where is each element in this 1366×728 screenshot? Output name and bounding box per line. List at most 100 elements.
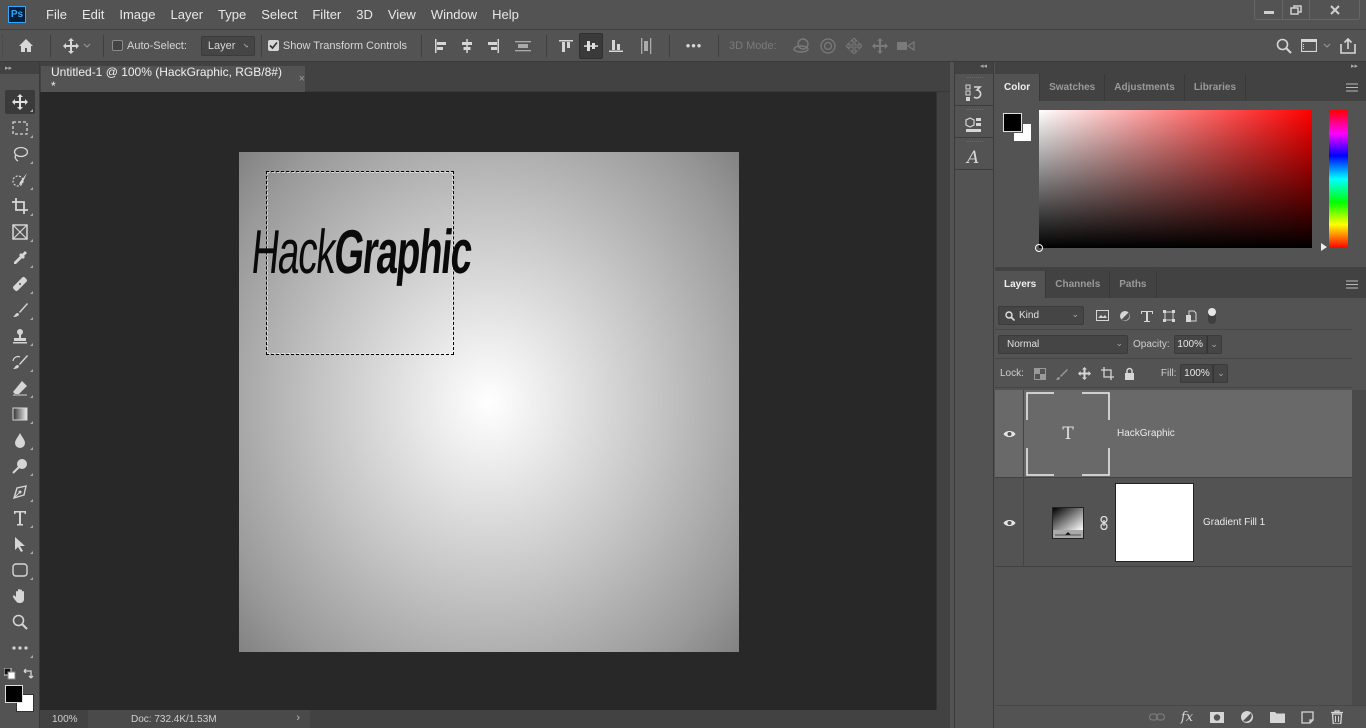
lock-image-pixels-icon[interactable] xyxy=(1055,368,1068,380)
menu-edit[interactable]: Edit xyxy=(82,7,104,22)
history-brush-tool[interactable] xyxy=(5,350,35,374)
document-canvas-area[interactable]: HackGraphic xyxy=(40,92,936,710)
visibility-toggle[interactable] xyxy=(995,390,1024,477)
menu-select[interactable]: Select xyxy=(261,7,297,22)
3d-roll-button[interactable] xyxy=(815,33,841,59)
filter-pixel-icon[interactable] xyxy=(1096,310,1109,321)
tab-swatches[interactable]: Swatches xyxy=(1040,74,1106,101)
spot-healing-brush-tool[interactable] xyxy=(5,272,35,296)
color-panel-foreground-swatch[interactable] xyxy=(1002,112,1023,133)
align-vertical-centers-button[interactable] xyxy=(579,32,604,59)
lock-artboard-icon[interactable] xyxy=(1100,367,1114,380)
opacity-value[interactable]: 100% xyxy=(1173,335,1207,354)
align-horizontal-centers-button[interactable] xyxy=(454,33,480,59)
layers-scrollbar[interactable] xyxy=(1352,390,1366,708)
rectangular-marquee-tool[interactable] xyxy=(5,116,35,140)
layer-row-hackgraphic[interactable]: T HackGraphic xyxy=(995,390,1352,478)
filter-type-icon[interactable] xyxy=(1141,310,1153,322)
doc-info[interactable]: Doc: 732.4K/1.53M › xyxy=(88,710,310,728)
new-adjustment-layer-button[interactable] xyxy=(1238,709,1256,725)
filter-smart-object-icon[interactable] xyxy=(1185,310,1197,322)
filter-adjustment-icon[interactable] xyxy=(1119,310,1131,322)
tab-adjustments[interactable]: Adjustments xyxy=(1105,74,1185,101)
close-tab-icon[interactable]: × xyxy=(299,73,305,85)
swap-colors-icon[interactable] xyxy=(22,668,34,680)
move-tool[interactable] xyxy=(5,90,35,114)
menu-type[interactable]: Type xyxy=(218,7,246,22)
menu-image[interactable]: Image xyxy=(119,7,155,22)
quick-selection-tool[interactable] xyxy=(5,168,35,192)
foreground-color-swatch[interactable] xyxy=(5,685,23,703)
home-button[interactable] xyxy=(8,33,44,59)
edit-toolbar-button[interactable] xyxy=(5,636,35,660)
fill-field[interactable]: 100% ⌄ xyxy=(1180,364,1229,383)
blur-tool[interactable] xyxy=(5,428,35,452)
distribute-horizontal-button[interactable] xyxy=(629,33,663,59)
menu-window[interactable]: Window xyxy=(431,7,477,22)
tool-preset-picker[interactable] xyxy=(57,33,97,59)
layer-name[interactable]: HackGraphic xyxy=(1117,428,1175,439)
default-colors-icon[interactable] xyxy=(4,668,16,680)
3d-pan-button[interactable] xyxy=(841,33,867,59)
minimize-button[interactable] xyxy=(1255,0,1282,19)
new-layer-button[interactable] xyxy=(1298,709,1316,725)
saturation-brightness-field[interactable] xyxy=(1035,110,1312,252)
tab-layers[interactable]: Layers xyxy=(995,271,1047,298)
tools-panel-collapse[interactable]: ▸▸ xyxy=(0,62,39,74)
glyphs-panel-button[interactable]: A xyxy=(955,138,993,170)
auto-select-checkbox[interactable]: Auto-Select: xyxy=(112,40,187,52)
menu-layer[interactable]: Layer xyxy=(171,7,204,22)
fill-dropdown-button[interactable]: ⌄ xyxy=(1213,364,1229,383)
zoom-tool[interactable] xyxy=(5,610,35,634)
auto-select-checkbox-box[interactable] xyxy=(112,40,123,51)
3d-scale-button[interactable] xyxy=(893,33,919,59)
dodge-tool[interactable] xyxy=(5,454,35,478)
frame-tool[interactable] xyxy=(5,220,35,244)
align-right-edges-button[interactable] xyxy=(480,33,506,59)
3d-slide-button[interactable] xyxy=(867,33,893,59)
menu-3d[interactable]: 3D xyxy=(356,7,373,22)
layer-mask-thumbnail[interactable] xyxy=(1115,483,1194,562)
new-group-button[interactable] xyxy=(1268,709,1286,725)
layer-row-gradient-fill[interactable]: Gradient Fill 1 xyxy=(995,479,1352,567)
link-layers-button[interactable] xyxy=(1148,709,1166,725)
lock-transparent-pixels-icon[interactable] xyxy=(1033,367,1046,380)
lock-all-icon[interactable] xyxy=(1124,367,1135,380)
visibility-toggle[interactable] xyxy=(995,479,1024,566)
align-bottom-edges-button[interactable] xyxy=(603,33,629,59)
lasso-tool[interactable] xyxy=(5,142,35,166)
opacity-dropdown-button[interactable]: ⌄ xyxy=(1206,335,1222,354)
3d-orbit-button[interactable] xyxy=(789,33,815,59)
add-layer-mask-button[interactable] xyxy=(1208,709,1226,725)
tab-libraries[interactable]: Libraries xyxy=(1185,74,1247,101)
vertical-scrollbar[interactable] xyxy=(936,92,950,710)
opacity-field[interactable]: 100% ⌄ xyxy=(1173,335,1222,354)
hand-tool[interactable] xyxy=(5,584,35,608)
align-left-edges-button[interactable] xyxy=(428,33,454,59)
tab-color[interactable]: Color xyxy=(995,74,1041,101)
filter-toggle-switch[interactable] xyxy=(1207,307,1217,325)
lock-position-icon[interactable] xyxy=(1077,367,1091,380)
clone-stamp-tool[interactable] xyxy=(5,324,35,348)
filter-kind-dropdown[interactable]: Kind ⌄ xyxy=(998,306,1084,325)
tab-channels[interactable]: Channels xyxy=(1046,271,1111,298)
distribute-vertical-button[interactable] xyxy=(506,33,540,59)
eraser-tool[interactable] xyxy=(5,376,35,400)
canvas-text-layer[interactable]: HackGraphic xyxy=(249,218,475,287)
share-button[interactable] xyxy=(1334,33,1362,59)
brush-tool[interactable] xyxy=(5,298,35,322)
type-tool[interactable] xyxy=(5,506,35,530)
rectangle-tool[interactable] xyxy=(5,558,35,582)
gradient-tool[interactable] xyxy=(5,402,35,426)
menu-help[interactable]: Help xyxy=(492,7,519,22)
panels-expand-button[interactable]: ▸▸ xyxy=(995,62,1366,74)
document-tab[interactable]: Untitled-1 @ 100% (HackGraphic, RGB/8#) … xyxy=(41,65,305,93)
canvas[interactable]: HackGraphic xyxy=(239,152,739,652)
panel-menu-icon[interactable] xyxy=(1346,280,1358,289)
align-top-edges-button[interactable] xyxy=(553,33,579,59)
fill-value[interactable]: 100% xyxy=(1180,364,1214,383)
blend-mode-dropdown[interactable]: Normal ⌄ xyxy=(998,335,1128,354)
status-menu-arrow[interactable]: › xyxy=(296,712,300,724)
layer-mask-link-icon[interactable] xyxy=(1100,515,1108,530)
path-selection-tool[interactable] xyxy=(5,532,35,556)
